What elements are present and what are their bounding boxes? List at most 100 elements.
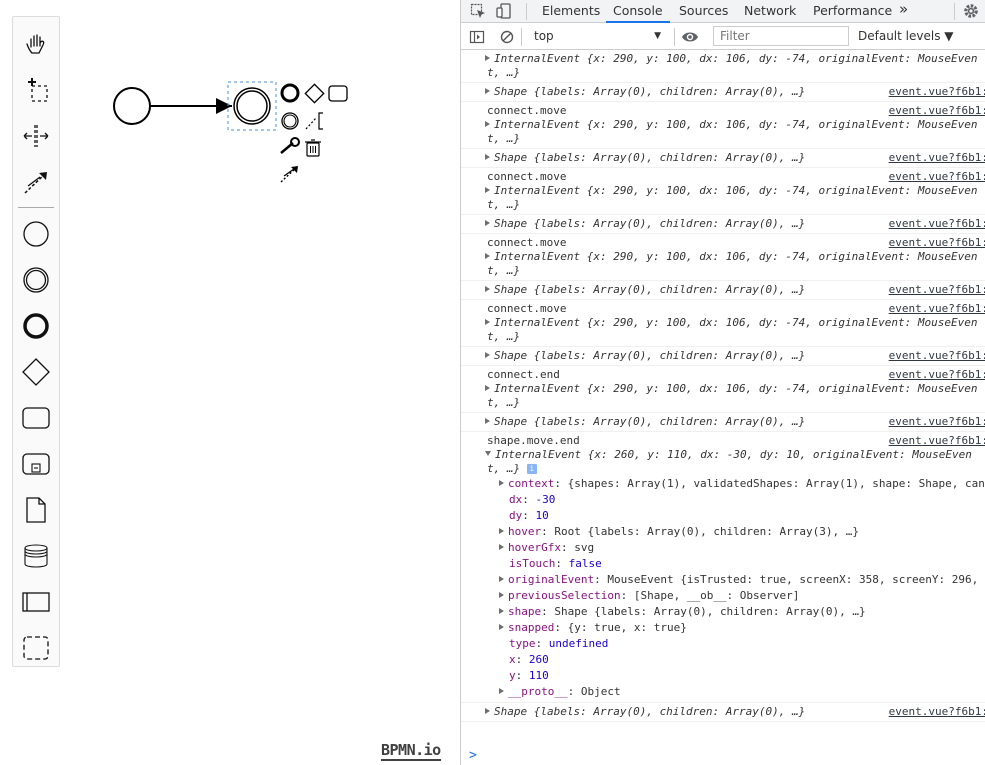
source-link[interactable]: event.vue?f6b1:: [880, 104, 985, 118]
source-link[interactable]: event.vue?f6b1:: [880, 170, 985, 184]
diagram-svg[interactable]: [0, 0, 460, 765]
console-filter-input[interactable]: [713, 26, 849, 46]
eye-icon[interactable]: [681, 29, 699, 45]
expand-triangle-icon[interactable]: [499, 624, 504, 630]
expand-triangle-icon[interactable]: [499, 592, 504, 598]
append-task-icon[interactable]: [328, 85, 348, 102]
clear-console-icon[interactable]: [499, 29, 515, 45]
append-text-annotation-icon[interactable]: [305, 112, 323, 130]
pool-tool[interactable]: [13, 582, 59, 622]
expand-triangle-icon[interactable]: [499, 528, 504, 534]
tab-console[interactable]: Console: [606, 0, 670, 23]
source-link[interactable]: event.vue?f6b1:: [880, 434, 985, 448]
source-link[interactable]: event.vue?f6b1:: [880, 415, 985, 429]
expand-triangle-icon[interactable]: [499, 544, 504, 550]
more-tabs-button[interactable]: »: [899, 0, 908, 23]
expand-triangle-icon[interactable]: [485, 708, 490, 714]
source-link[interactable]: event.vue?f6b1:: [880, 368, 985, 382]
inspect-element-icon[interactable]: [470, 3, 486, 19]
tab-performance[interactable]: Performance: [813, 0, 892, 23]
data-store-tool[interactable]: [13, 536, 59, 576]
source-link[interactable]: event.vue?f6b1:: [880, 283, 985, 297]
log-levels-dropdown[interactable]: Default levels ▼: [858, 26, 954, 47]
console-output[interactable]: InternalEvent {x: 290, y: 100, dx: 106, …: [461, 51, 985, 765]
append-intermediate-event-icon[interactable]: [281, 112, 299, 130]
object-property: y: 110: [509, 669, 549, 682]
expand-triangle-icon[interactable]: [499, 688, 504, 694]
console-message: connect.move event.vue?f6b1: InternalEven…: [461, 168, 985, 215]
source-link[interactable]: event.vue?f6b1:: [880, 349, 985, 363]
tab-elements[interactable]: Elements: [542, 0, 600, 23]
object-property[interactable]: context: {shapes: Array(1), validatedSha…: [487, 476, 985, 492]
change-type-wrench-icon[interactable]: [280, 137, 300, 154]
subprocess-tool[interactable]: [13, 444, 59, 484]
sidebar-toggle-icon[interactable]: [469, 29, 485, 45]
object-property[interactable]: shape: Shape {labels: Array(0), children…: [487, 604, 985, 620]
console-message: Shape {labels: Array(0), children: Array…: [461, 347, 985, 366]
internal-event-object[interactable]: InternalEvent {x: 290, y: 100, dx: 106, …: [485, 118, 984, 132]
internal-event-object[interactable]: InternalEvent {x: 290, y: 100, dx: 106, …: [485, 382, 984, 396]
intermediate-event-shape[interactable]: [233, 87, 271, 125]
expand-triangle-icon[interactable]: [485, 385, 490, 391]
console-prompt[interactable]: >: [469, 749, 477, 763]
expand-triangle-icon[interactable]: [485, 121, 490, 127]
internal-event-object[interactable]: InternalEvent {x: 290, y: 100, dx: 106, …: [485, 52, 984, 66]
source-link[interactable]: event.vue?f6b1:: [880, 302, 985, 316]
delete-trash-icon[interactable]: [305, 139, 321, 157]
intermediate-event-tool[interactable]: [13, 260, 59, 300]
data-store-icon: [24, 544, 48, 568]
connect-icon[interactable]: [280, 166, 298, 183]
expand-triangle-icon[interactable]: [485, 418, 490, 424]
info-icon[interactable]: i: [526, 464, 537, 474]
global-connect-tool-button[interactable]: [13, 162, 59, 202]
internal-event-object[interactable]: InternalEvent {x: 260, y: 110, dx: -30, …: [485, 448, 984, 462]
gateway-tool[interactable]: [13, 352, 59, 392]
internal-event-object[interactable]: InternalEvent {x: 290, y: 100, dx: 106, …: [485, 316, 984, 330]
source-link[interactable]: event.vue?f6b1:: [880, 85, 985, 99]
internal-event-object[interactable]: InternalEvent {x: 290, y: 100, dx: 106, …: [485, 250, 984, 264]
source-link[interactable]: event.vue?f6b1:: [880, 236, 985, 250]
expand-triangle-icon[interactable]: [485, 253, 490, 259]
device-toolbar-icon[interactable]: [496, 2, 514, 20]
tab-network[interactable]: Network: [744, 0, 796, 23]
task-tool[interactable]: [13, 398, 59, 438]
expand-triangle-icon[interactable]: [485, 55, 490, 61]
expand-triangle-icon[interactable]: [499, 576, 504, 582]
tab-sources[interactable]: Sources: [679, 0, 728, 23]
expand-triangle-icon[interactable]: [499, 480, 504, 486]
data-object-tool[interactable]: [13, 490, 59, 530]
space-tool-button[interactable]: [13, 116, 59, 156]
bpmn-canvas[interactable]: BPMN.io: [0, 0, 460, 765]
hand-tool-button[interactable]: [13, 24, 59, 64]
object-property[interactable]: snapped: {y: true, x: true}: [487, 620, 985, 636]
append-end-event-icon[interactable]: [280, 83, 300, 103]
object-property[interactable]: __proto__: Object: [487, 684, 985, 700]
internal-event-object[interactable]: InternalEvent {x: 290, y: 100, dx: 106, …: [485, 184, 984, 198]
gear-icon[interactable]: [962, 2, 980, 20]
source-link[interactable]: event.vue?f6b1:: [880, 217, 985, 231]
expand-triangle-icon[interactable]: [499, 608, 504, 614]
end-event-tool[interactable]: [13, 306, 59, 346]
context-selector[interactable]: top ▼: [527, 26, 669, 47]
start-event-tool[interactable]: [13, 214, 59, 254]
object-property[interactable]: previousSelection: [Shape, __ob__: Obser…: [487, 588, 985, 604]
expand-triangle-icon[interactable]: [485, 220, 490, 226]
object-property[interactable]: hover: Root {labels: Array(0), children:…: [487, 524, 985, 540]
object-property[interactable]: hoverGfx: svg: [487, 540, 985, 556]
expand-triangle-icon[interactable]: [485, 88, 490, 94]
source-link[interactable]: event.vue?f6b1:: [880, 151, 985, 165]
tab-separator: [954, 3, 955, 20]
expand-triangle-icon[interactable]: [485, 319, 490, 325]
expand-triangle-icon[interactable]: [485, 154, 490, 160]
collapse-triangle-icon[interactable]: [485, 451, 491, 456]
source-link[interactable]: event.vue?f6b1:: [880, 705, 985, 719]
object-property[interactable]: originalEvent: MouseEvent {isTrusted: tr…: [487, 572, 985, 588]
append-gateway-icon[interactable]: [304, 83, 325, 104]
expand-triangle-icon[interactable]: [485, 187, 490, 193]
start-event-shape[interactable]: [113, 87, 151, 125]
expand-triangle-icon[interactable]: [485, 352, 490, 358]
bpmn-io-logo[interactable]: BPMN.io: [381, 742, 441, 761]
group-tool[interactable]: [13, 628, 59, 668]
expand-triangle-icon[interactable]: [485, 286, 490, 292]
lasso-tool-button[interactable]: [13, 70, 59, 110]
